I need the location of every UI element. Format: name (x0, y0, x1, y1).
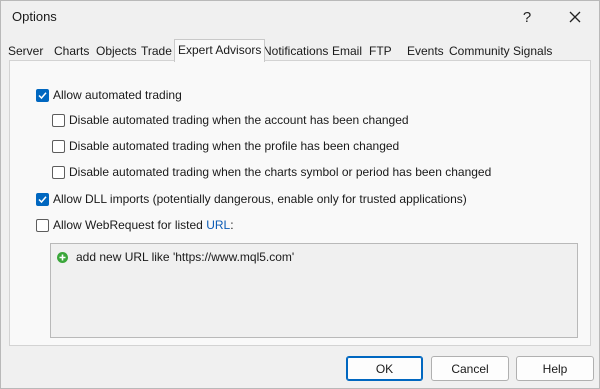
tab-notifications[interactable]: Notifications (263, 43, 328, 61)
checkbox-unchecked-icon (52, 139, 65, 153)
window-title: Options (12, 9, 57, 24)
allow-automated-trading-label: Allow automated trading (53, 88, 182, 102)
add-url-label: add new URL like 'https://www.mql5.com' (76, 250, 295, 264)
cancel-button[interactable]: Cancel (431, 356, 509, 381)
tab-strip: Server Charts Objects Trade Expert Advis… (7, 39, 595, 62)
disable-on-account-change-label: Disable automated trading when the accou… (69, 113, 409, 127)
options-dialog: Options ? Server Charts Objects Trade Ex… (0, 0, 600, 389)
tab-signals[interactable]: Signals (513, 43, 552, 61)
allow-webrequest-label: Allow WebRequest for listed URL: (53, 218, 234, 232)
allow-automated-trading-checkbox[interactable]: Allow automated trading (36, 88, 182, 102)
plus-icon (57, 251, 68, 263)
checkbox-unchecked-icon (52, 113, 65, 127)
tab-expert-advisors[interactable]: Expert Advisors (174, 39, 266, 62)
checkbox-checked-icon (36, 192, 49, 206)
tab-charts[interactable]: Charts (54, 43, 89, 61)
disable-on-profile-change-checkbox[interactable]: Disable automated trading when the profi… (52, 139, 399, 153)
allow-dll-imports-checkbox[interactable]: Allow DLL imports (potentially dangerous… (36, 192, 467, 206)
tab-community[interactable]: Community (449, 43, 510, 61)
tab-objects[interactable]: Objects (96, 43, 137, 61)
checkbox-unchecked-icon (52, 165, 65, 179)
tab-ftp[interactable]: FTP (369, 43, 392, 61)
disable-on-symbol-change-label: Disable automated trading when the chart… (69, 165, 492, 179)
allow-webrequest-checkbox[interactable]: Allow WebRequest for listed URL: (36, 218, 234, 232)
help-button[interactable]: Help (516, 356, 594, 381)
disable-on-account-change-checkbox[interactable]: Disable automated trading when the accou… (52, 113, 409, 127)
tab-email[interactable]: Email (332, 43, 362, 61)
checkbox-unchecked-icon (36, 218, 49, 232)
checkbox-checked-icon (36, 88, 49, 102)
title-bar: Options ? (1, 1, 599, 33)
expert-advisors-panel: Allow automated trading Disable automate… (9, 60, 591, 346)
ok-button[interactable]: OK (346, 356, 423, 381)
disable-on-profile-change-label: Disable automated trading when the profi… (69, 139, 400, 153)
help-title-button[interactable]: ? (509, 5, 545, 29)
close-button[interactable] (557, 5, 593, 29)
close-icon (569, 11, 581, 23)
url-link-text: URL (206, 218, 231, 232)
add-url-item[interactable]: add new URL like 'https://www.mql5.com' (57, 250, 294, 264)
disable-on-symbol-change-checkbox[interactable]: Disable automated trading when the chart… (52, 165, 491, 179)
allow-dll-imports-label: Allow DLL imports (potentially dangerous… (53, 192, 467, 206)
tab-server[interactable]: Server (8, 43, 43, 61)
tab-trade[interactable]: Trade (141, 43, 172, 61)
webrequest-url-list[interactable]: add new URL like 'https://www.mql5.com' (50, 243, 578, 338)
help-icon: ? (522, 8, 532, 26)
tab-events[interactable]: Events (407, 43, 444, 61)
